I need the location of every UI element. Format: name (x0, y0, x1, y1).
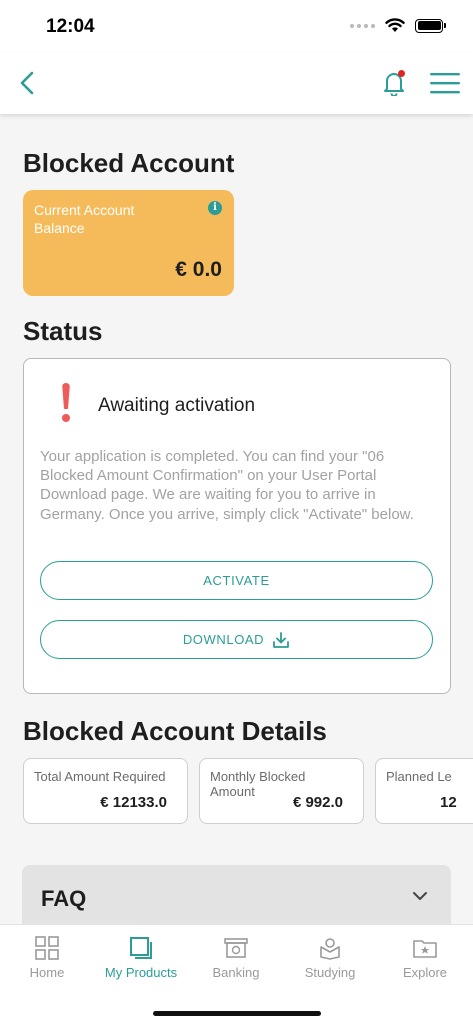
nav-banking-label: Banking (212, 965, 260, 980)
grid-icon (35, 936, 59, 960)
page-title: Blocked Account (23, 148, 235, 178)
balance-card[interactable]: Current Account Balance i € 0.0 (23, 190, 234, 296)
menu-button[interactable] (428, 68, 462, 98)
wifi-icon (385, 18, 405, 32)
nav-banking[interactable]: Banking (189, 935, 283, 980)
status-time: 12:04 (46, 16, 95, 37)
balance-label: Current Account Balance (34, 202, 135, 236)
status-icons (350, 18, 446, 33)
detail-value: € 992.0 (292, 794, 343, 811)
explore-folder-icon (413, 940, 437, 958)
status-title: Status (23, 316, 103, 346)
download-button[interactable]: DOWNLOAD (40, 620, 433, 659)
detail-label: Planned Le (386, 769, 452, 784)
faq-title: FAQ (41, 886, 87, 911)
nav-studying[interactable]: Studying (283, 935, 377, 980)
app-header (0, 52, 473, 114)
bottom-navigation: Home My Products Banking Studying Explor… (0, 924, 473, 1024)
back-button[interactable] (12, 66, 42, 100)
detail-card-planned: Planned Le 12 (375, 758, 473, 824)
detail-value: € 12133.0 (100, 794, 167, 811)
nav-explore[interactable]: Explore (378, 935, 472, 980)
download-label: DOWNLOAD (182, 632, 265, 647)
chevron-down-icon (413, 892, 427, 900)
chevron-left-icon (20, 71, 34, 95)
activate-button[interactable]: ACTIVATE (40, 561, 433, 600)
nav-home[interactable]: Home (0, 935, 94, 980)
nav-studying-label: Studying (304, 965, 356, 980)
info-icon[interactable]: i (208, 201, 222, 215)
status-description: Your application is completed. You can f… (40, 448, 414, 523)
detail-value: 12 (440, 794, 457, 811)
status-bar: 12:04 (0, 0, 473, 52)
nav-home-label: Home (29, 965, 65, 980)
status-card: Awaiting activation Your application is … (23, 358, 451, 694)
activate-label: ACTIVATE (203, 573, 270, 588)
status-heading: Awaiting activation (98, 395, 256, 416)
detail-card-monthly: Monthly Blocked Amount € 992.0 (199, 758, 364, 824)
nav-explore-label: Explore (402, 965, 448, 980)
balance-amount: € 0.0 (175, 258, 222, 281)
details-title: Blocked Account Details (23, 716, 327, 746)
signal-dots-icon (350, 23, 375, 28)
faq-section[interactable]: FAQ (22, 865, 451, 924)
battery-icon (415, 18, 446, 33)
hamburger-menu-icon (430, 73, 460, 94)
download-icon (273, 631, 290, 648)
detail-label: Total Amount Required (34, 769, 166, 784)
bank-icon (224, 938, 248, 958)
notifications-button[interactable] (378, 66, 410, 100)
main-content[interactable]: Blocked Account Current Account Balance … (0, 114, 473, 924)
products-icon (130, 937, 152, 959)
notification-dot (398, 70, 405, 77)
nav-my-products[interactable]: My Products (94, 935, 188, 980)
nav-my-products-label: My Products (104, 965, 178, 980)
study-icon (320, 938, 340, 960)
exclamation-icon (58, 383, 74, 423)
detail-card-total: Total Amount Required € 12133.0 (23, 758, 188, 824)
home-indicator (153, 1011, 321, 1016)
